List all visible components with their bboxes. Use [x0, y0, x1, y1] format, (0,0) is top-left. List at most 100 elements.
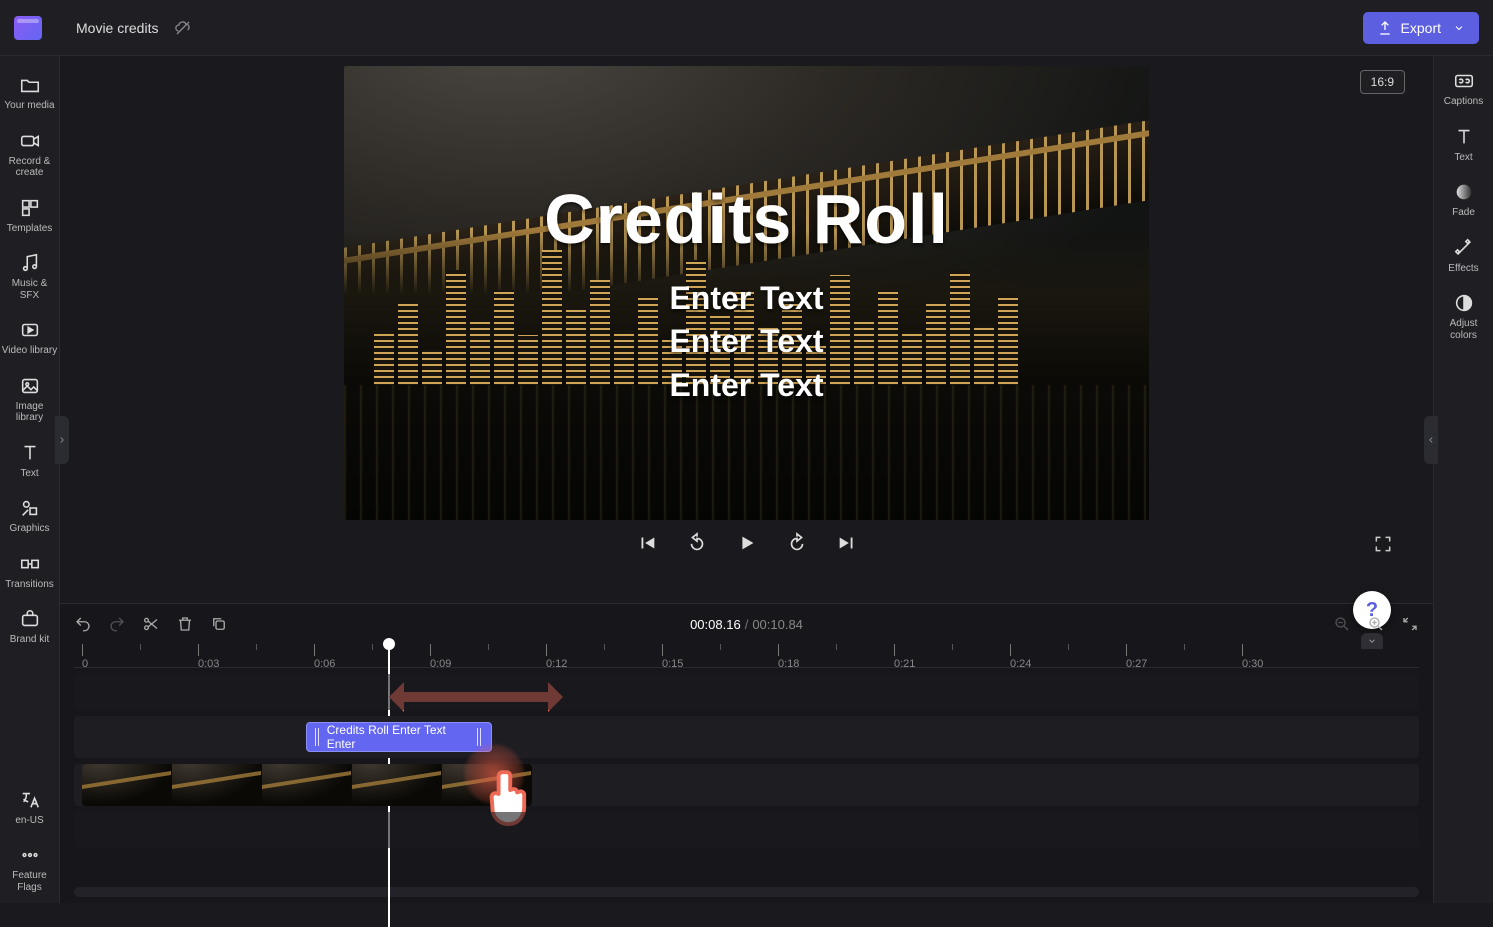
video-thumb	[82, 764, 172, 806]
sidebar-item-fade[interactable]: Fade	[1436, 173, 1492, 229]
player-controls	[60, 532, 1433, 554]
fullscreen-button[interactable]	[1373, 534, 1393, 554]
sidebar-item-label: Video library	[2, 345, 57, 357]
app-logo[interactable]	[14, 16, 42, 40]
sidebar-item-effects[interactable]: Effects	[1436, 229, 1492, 285]
sidebar-item-adjust-colors[interactable]: Adjust colors	[1436, 284, 1492, 351]
expand-right-panel[interactable]	[1424, 416, 1438, 464]
sidebar-item-brand-kit[interactable]: Brand kit	[2, 600, 58, 656]
sidebar-item-captions[interactable]: Captions	[1436, 62, 1492, 118]
graphics-icon	[19, 497, 41, 519]
delete-button[interactable]	[176, 615, 194, 633]
video-thumb	[172, 764, 262, 806]
sidebar-item-label: Text	[1454, 152, 1472, 164]
credits-text-overlay[interactable]: Credits Roll Enter Text Enter Text Enter…	[344, 66, 1149, 520]
sidebar-item-label: Adjust colors	[1436, 318, 1492, 341]
sidebar-item-rs-text[interactable]: Text	[1436, 118, 1492, 174]
sidebar-item-record-create[interactable]: Record & create	[2, 122, 58, 189]
sidebar-item-video-library[interactable]: Video library	[2, 311, 58, 367]
skip-previous-button[interactable]	[636, 532, 658, 554]
text-icon	[19, 442, 41, 464]
left-sidebar: Your media Record & create Templates Mus…	[0, 56, 60, 903]
aspect-ratio-button[interactable]: 16:9	[1360, 70, 1405, 94]
sidebar-item-feature-flags[interactable]: Feature Flags	[2, 836, 58, 903]
timeline-ruler[interactable]: 00:030:060:090:120:150:180:210:240:270:3…	[74, 644, 1419, 668]
project-title[interactable]: Movie credits	[76, 20, 158, 36]
track-empty[interactable]	[74, 674, 1419, 710]
elapsed-time: 00:08.16	[690, 617, 741, 632]
ruler-tick: 0:21	[894, 644, 915, 670]
sidebar-item-label: Music & SFX	[2, 278, 58, 301]
zoom-in-button[interactable]	[1367, 615, 1385, 633]
skip-next-button[interactable]	[836, 532, 858, 554]
sidebar-item-label: Graphics	[9, 523, 49, 535]
text-clip[interactable]: Credits Roll Enter Text Enter	[306, 722, 492, 752]
total-time: 00:10.84	[752, 617, 803, 632]
ruler-tick: 0:06	[314, 644, 335, 670]
sidebar-item-label: Fade	[1452, 207, 1475, 219]
captions-icon	[1453, 70, 1475, 92]
track-empty[interactable]	[74, 812, 1419, 848]
video-thumb	[262, 764, 352, 806]
clip-handle-left[interactable]	[315, 728, 321, 746]
ruler-tick: 0	[82, 644, 88, 670]
text-icon	[1453, 126, 1475, 148]
video-preview[interactable]: Credits Roll Enter Text Enter Text Enter…	[344, 66, 1149, 520]
sidebar-item-music-sfx[interactable]: Music & SFX	[2, 244, 58, 311]
camera-icon	[19, 130, 41, 152]
sidebar-item-graphics[interactable]: Graphics	[2, 489, 58, 545]
sidebar-item-image-library[interactable]: Image library	[2, 367, 58, 434]
sidebar-item-label: en-US	[15, 815, 43, 827]
credits-line: Enter Text	[669, 320, 823, 363]
timeline-scrollbar[interactable]	[74, 887, 1419, 897]
duplicate-button[interactable]	[210, 615, 228, 633]
sidebar-item-label: Brand kit	[10, 634, 49, 646]
more-icon	[19, 844, 41, 866]
ruler-tick: 0:03	[198, 644, 219, 670]
video-library-icon	[19, 319, 41, 341]
sidebar-item-transitions[interactable]: Transitions	[2, 545, 58, 601]
timeline-toolbar: 00:08.16/00:10.84	[74, 604, 1419, 644]
play-button[interactable]	[736, 532, 758, 554]
image-icon	[19, 375, 41, 397]
sidebar-item-label: Text	[20, 468, 38, 480]
sidebar-item-label: Feature Flags	[2, 870, 58, 893]
sidebar-item-your-media[interactable]: Your media	[2, 66, 58, 122]
ruler-tick: 0:30	[1242, 644, 1263, 670]
sidebar-item-locale[interactable]: en-US	[2, 781, 58, 837]
timeline-timecode: 00:08.16/00:10.84	[690, 617, 803, 632]
cloud-sync-off-icon[interactable]	[174, 19, 192, 37]
ruler-tick: 0:15	[662, 644, 683, 670]
zoom-out-button[interactable]	[1333, 615, 1351, 633]
split-button[interactable]	[142, 615, 160, 633]
ruler-tick: 0:24	[1010, 644, 1031, 670]
track-text[interactable]: Credits Roll Enter Text Enter	[74, 716, 1419, 758]
credits-line: Enter Text	[669, 277, 823, 320]
adjust-colors-icon	[1453, 292, 1475, 314]
forward-5s-button[interactable]	[786, 532, 808, 554]
undo-button[interactable]	[74, 615, 92, 633]
fit-timeline-button[interactable]	[1401, 615, 1419, 633]
credits-title: Credits Roll	[544, 179, 949, 259]
rewind-5s-button[interactable]	[686, 532, 708, 554]
topbar: Movie credits Export	[0, 0, 1493, 56]
transitions-icon	[19, 553, 41, 575]
preview-area: 16:9 Credits Roll Enter Text	[60, 56, 1433, 603]
chevron-down-icon	[1453, 22, 1465, 34]
credits-line: Enter Text	[669, 364, 823, 407]
templates-icon	[19, 197, 41, 219]
redo-button[interactable]	[108, 615, 126, 633]
ruler-tick: 0:09	[430, 644, 451, 670]
sidebar-item-label: Your media	[4, 100, 54, 112]
sidebar-item-label: Record & create	[2, 156, 58, 179]
fade-icon	[1453, 181, 1475, 203]
sidebar-item-templates[interactable]: Templates	[2, 189, 58, 245]
music-icon	[19, 252, 41, 274]
track-video[interactable]	[74, 764, 1419, 806]
right-sidebar: Captions Text Fade Effects Adjust colors	[1433, 56, 1493, 903]
timeline-tracks: Credits Roll Enter Text Enter	[74, 668, 1419, 887]
sidebar-item-text[interactable]: Text	[2, 434, 58, 490]
effects-icon	[1453, 237, 1475, 259]
folder-icon	[19, 74, 41, 96]
export-button[interactable]: Export	[1363, 12, 1479, 44]
